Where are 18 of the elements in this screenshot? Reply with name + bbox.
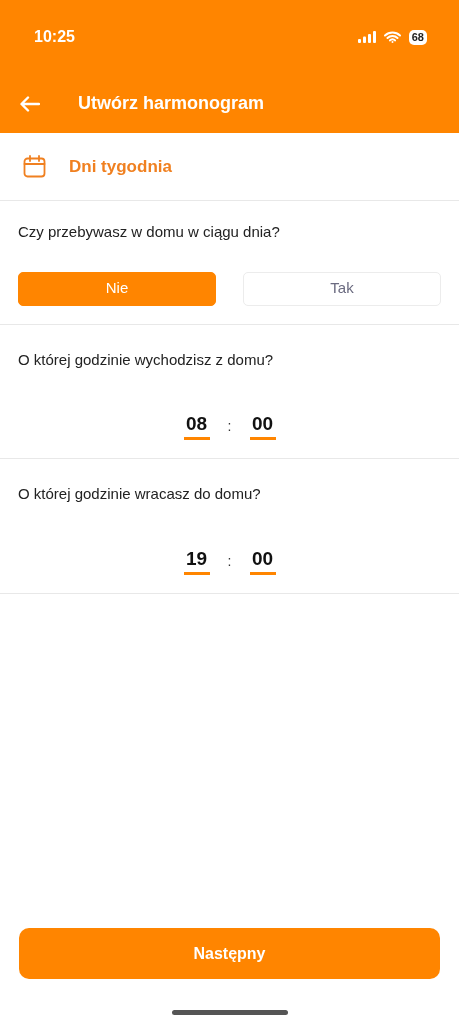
signal-icon	[357, 31, 376, 43]
hour-field[interactable]: 19	[183, 547, 210, 575]
minute-field[interactable]: 00	[249, 413, 276, 440]
question-text: Czy przebywasz w domu w ciągu dnia?	[18, 222, 281, 242]
option-button[interactable]: Tak	[243, 271, 441, 306]
question-text: O której godzinie wychodzisz z domu?	[18, 349, 275, 370]
time-separator: :	[226, 417, 233, 436]
wifi-icon	[383, 31, 401, 43]
status-time: 10:25	[34, 27, 75, 47]
hour-field[interactable]: 08	[183, 413, 210, 440]
question-text: O której godzinie wracasz do domu?	[18, 484, 262, 504]
page-title: Utwórz harmonogram	[78, 92, 264, 115]
calendar-icon	[23, 155, 46, 178]
time-separator: :	[226, 551, 233, 571]
battery-icon: 68	[408, 29, 427, 45]
back-icon[interactable]	[20, 95, 40, 112]
minute-field[interactable]: 00	[249, 547, 276, 575]
section-title: Dni tygodnia	[69, 155, 172, 178]
